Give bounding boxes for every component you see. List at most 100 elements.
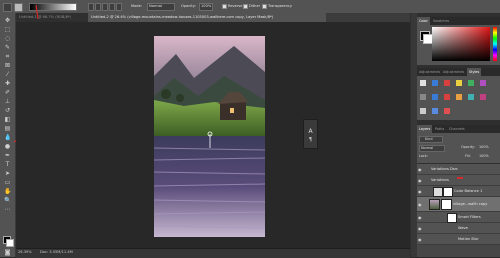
clone-stamp-tool-icon[interactable]: ⊥ [4,98,11,105]
marquee-tool-icon[interactable]: ⬚ [4,26,11,33]
frame-tool-icon[interactable]: ⊠ [4,62,11,69]
layer-village-copy[interactable]: ◉ village...wallh copy [417,197,500,212]
paragraph-panel-icon[interactable]: ¶ [307,137,314,144]
tab-swatches[interactable]: Swatches [431,17,451,25]
rectangle-tool-icon[interactable]: ▭ [4,179,11,186]
filter-wave-row[interactable]: ◉ Wave [417,223,500,234]
angle-gradient-icon[interactable] [102,3,108,11]
tab-styles[interactable]: Styles [467,68,482,76]
visibility-eye-icon[interactable]: ◉ [418,215,422,220]
gradient-tool-icon[interactable]: ▤ [4,125,11,132]
reflected-gradient-icon[interactable] [109,3,115,11]
diamond-gradient-icon[interactable] [116,3,122,11]
style-swatch[interactable] [468,80,474,86]
zoom-level[interactable]: 26.39% [18,250,32,254]
style-swatch[interactable] [432,94,438,100]
document-size[interactable]: Doc: 3.55M/11.4M [40,250,73,254]
visibility-eye-icon[interactable]: ◉ [418,178,422,183]
layer-name: Wave [458,226,468,230]
transparency-label: Transparency [268,4,292,8]
pen-tool-icon[interactable]: ✒ [4,152,11,159]
path-selection-tool-icon[interactable]: ➤ [4,170,11,177]
tab-adjustments-2[interactable]: Adjustments [441,68,466,76]
layer-color-balance[interactable]: ◉ Color Balance 1 [417,186,500,197]
hue-slider[interactable] [493,27,497,61]
crop-tool-icon[interactable]: ⌗ [4,53,11,60]
more-tools-icon[interactable]: ⋯ [4,206,11,213]
style-swatch[interactable] [420,80,426,86]
fill-value[interactable]: 100% [479,154,489,158]
dither-checkbox[interactable] [243,4,248,9]
layer-filter-kind[interactable]: Kind [419,136,443,143]
style-swatch[interactable] [456,94,462,100]
opacity-field[interactable]: 100% [199,3,213,11]
layer-variations-dsrc[interactable]: ◉ Variations Dsrc [417,164,500,175]
visibility-eye-icon[interactable]: ◉ [418,167,422,172]
layer-name: Variations [431,178,449,182]
layer-name: Smart Filters [458,215,481,219]
style-swatch[interactable] [444,94,450,100]
character-panel-icon[interactable]: A [307,128,314,135]
annotation-arrow-top [35,4,39,20]
transparency-checkbox[interactable] [262,4,267,9]
tab-adjustments[interactable]: Adjustments [417,68,442,76]
zoom-tool-icon[interactable]: 🔍 [4,197,11,204]
adjustments-panel-tabs: Adjustments Adjustments Styles [417,68,500,76]
style-swatch[interactable] [432,108,438,114]
lasso-tool-icon[interactable]: ◌ [4,35,11,42]
layer-mask-thumbnail[interactable] [443,187,453,197]
background-color-swatch[interactable] [6,239,14,247]
eraser-tool-icon[interactable]: ◧ [4,116,11,123]
style-swatch[interactable] [468,94,474,100]
style-swatch[interactable] [420,94,426,100]
style-swatch[interactable] [480,94,486,100]
history-brush-tool-icon[interactable]: ↺ [4,107,11,114]
document-canvas[interactable] [154,36,265,237]
smart-filter-mask-thumbnail[interactable] [447,213,457,223]
hand-tool-icon[interactable]: ✋ [4,188,11,195]
filter-motion-blur-row[interactable]: ◉ Motion Blur [417,234,500,245]
linear-gradient-icon[interactable] [88,3,94,11]
smart-filters-row[interactable]: ◉ Smart Filters [417,212,500,223]
style-swatch[interactable] [420,108,426,114]
tab-color[interactable]: Color [417,17,430,25]
annotation-mark [457,177,463,179]
mode-dropdown[interactable]: Normal [147,3,175,11]
move-tool-icon[interactable]: ✥ [4,17,11,24]
visibility-eye-icon[interactable]: ◉ [418,226,422,231]
style-swatch[interactable] [456,80,462,86]
layer-variations[interactable]: ◉ Variations [417,175,500,186]
visibility-eye-icon[interactable]: ◉ [418,202,422,207]
layer-opacity-value[interactable]: 100% [479,145,489,149]
photoshop-home-icon[interactable] [3,3,12,12]
tab-layers[interactable]: Layers [417,125,433,133]
layers-panel-header: Kind Normal Opacity: 100% Lock: Fill: 10… [417,133,500,163]
healing-brush-tool-icon[interactable]: ✚ [4,80,11,87]
reverse-checkbox[interactable] [222,4,227,9]
type-tool-icon[interactable]: T [4,161,11,168]
tab-paths[interactable]: Paths [433,125,446,133]
layer-mask-thumbnail[interactable] [441,199,452,210]
radial-gradient-icon[interactable] [95,3,101,11]
mode-dropdown-value: Normal [149,4,163,8]
fill-label: Fill: [465,154,471,158]
layer-name: Variations Dsrc [431,167,458,171]
style-swatch[interactable] [480,80,486,86]
quick-select-tool-icon[interactable]: ✎ [4,44,11,51]
tab-untitled-2[interactable]: Untitled-2 @ 26.4% (village-mountains-me… [88,13,326,22]
visibility-eye-icon[interactable]: ◉ [418,237,422,242]
tab-channels[interactable]: Channels [447,125,467,133]
opacity-field-value: 100% [201,4,212,8]
color-picker-field[interactable] [432,27,490,61]
style-swatch[interactable] [444,80,450,86]
style-swatch[interactable] [432,80,438,86]
visibility-eye-icon[interactable]: ◉ [418,189,422,194]
eyedropper-tool-icon[interactable]: ⁄ [4,71,11,78]
tab-label: Untitled-2 @ 26.4% (village-mountains-me… [91,15,274,19]
style-swatch[interactable] [444,108,450,114]
blend-mode-dropdown[interactable]: Normal [419,145,445,152]
layer-name: village...wallh copy [453,202,488,206]
quick-mask-icon[interactable]: ◙ [4,249,11,256]
brush-tool-icon[interactable]: ✐ [4,89,11,96]
layer-name: Motion Blur [458,237,479,241]
